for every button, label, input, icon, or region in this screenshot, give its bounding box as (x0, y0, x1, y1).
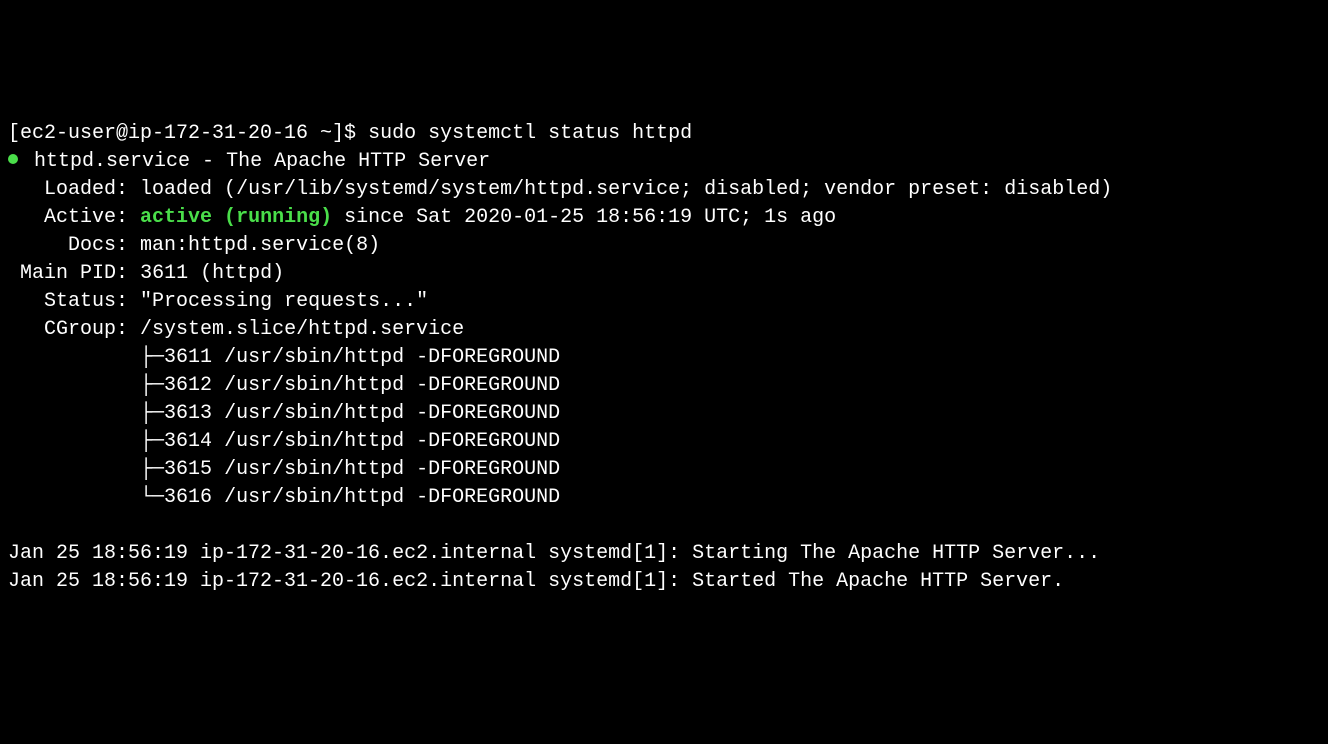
cgroup-path: /system.slice/httpd.service (140, 318, 464, 341)
active-since: since Sat 2020-01-25 18:56:19 UTC; 1s ag… (332, 206, 836, 229)
cgroup-label: CGroup: (44, 318, 128, 341)
mainpid-value: 3611 (httpd) (140, 262, 284, 285)
cgroup-pid: 3613 (164, 402, 212, 425)
docs-label: Docs: (68, 234, 128, 257)
terminal-output[interactable]: [ec2-user@ip-172-31-20-16 ~]$ sudo syste… (8, 120, 1320, 596)
cgroup-pid: 3611 (164, 346, 212, 369)
status-value: "Processing requests..." (140, 290, 428, 313)
cgroup-cmd: /usr/sbin/httpd -DFOREGROUND (224, 346, 560, 369)
log-line: Jan 25 18:56:19 ip-172-31-20-16.ec2.inte… (8, 542, 1100, 565)
service-name: httpd.service (34, 150, 190, 173)
shell-command: sudo systemctl status httpd (368, 122, 692, 145)
loaded-label: Loaded: (44, 178, 128, 201)
loaded-value: loaded (/usr/lib/systemd/system/httpd.se… (140, 178, 1112, 201)
cgroup-cmd: /usr/sbin/httpd -DFOREGROUND (224, 402, 560, 425)
mainpid-label: Main PID: (20, 262, 128, 285)
cgroup-pid: 3612 (164, 374, 212, 397)
cgroup-cmd: /usr/sbin/httpd -DFOREGROUND (224, 458, 560, 481)
active-label: Active: (44, 206, 128, 229)
active-status: active (running) (140, 206, 332, 229)
docs-value: man:httpd.service(8) (140, 234, 380, 257)
cgroup-pid: 3615 (164, 458, 212, 481)
cgroup-pid: 3614 (164, 430, 212, 453)
cgroup-cmd: /usr/sbin/httpd -DFOREGROUND (224, 486, 560, 509)
status-label: Status: (44, 290, 128, 313)
cgroup-cmd: /usr/sbin/httpd -DFOREGROUND (224, 374, 560, 397)
status-bullet-icon (8, 154, 18, 164)
service-desc: The Apache HTTP Server (226, 150, 490, 173)
cgroup-cmd: /usr/sbin/httpd -DFOREGROUND (224, 430, 560, 453)
shell-prompt: [ec2-user@ip-172-31-20-16 ~]$ (8, 122, 368, 145)
cgroup-pid: 3616 (164, 486, 212, 509)
